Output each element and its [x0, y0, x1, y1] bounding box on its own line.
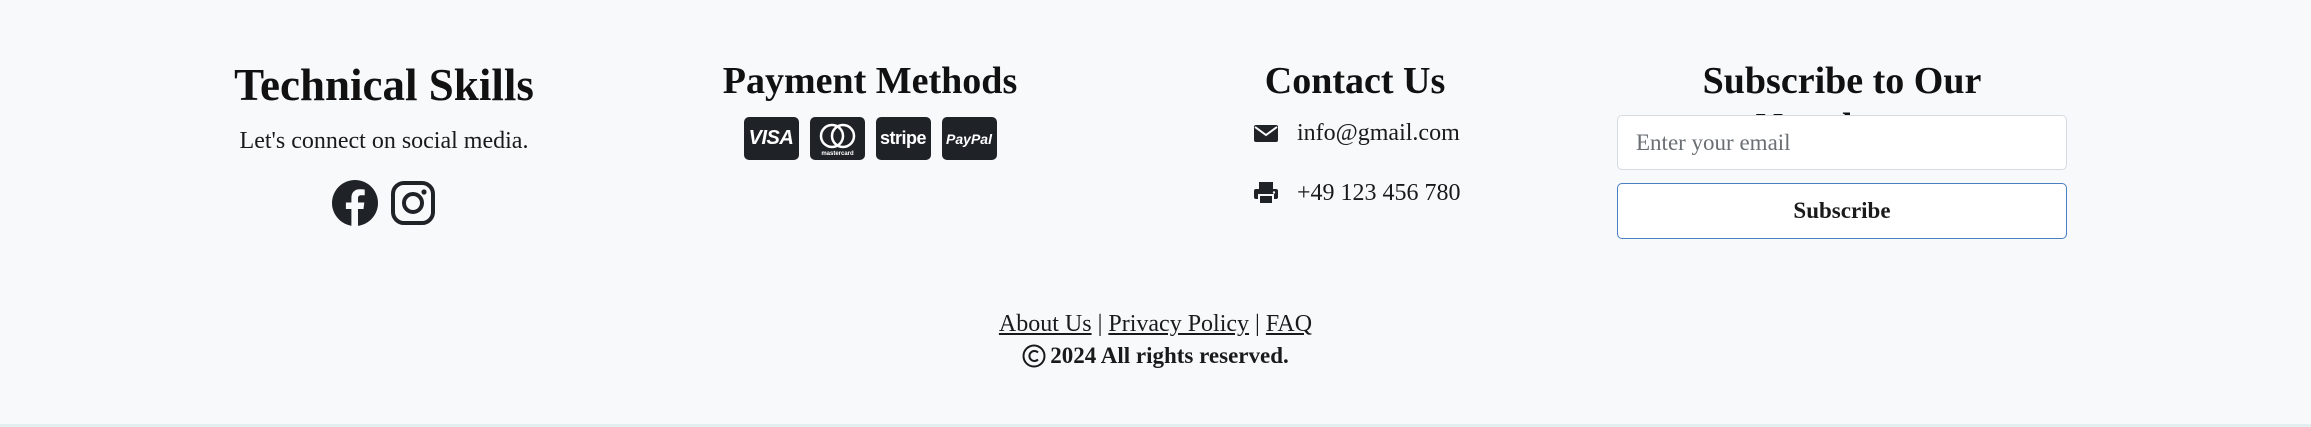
about-us-link[interactable]: About Us	[999, 311, 1092, 337]
link-separator: |	[1255, 311, 1260, 337]
visa-card-label: VISA	[748, 127, 794, 149]
stripe-card-icon: stripe	[875, 117, 931, 160]
footer-links: About Us | Privacy Policy | FAQ	[0, 308, 2311, 340]
envelope-icon	[1253, 120, 1279, 146]
contact-email-row: info@gmail.com	[1253, 118, 1460, 148]
contact-phone[interactable]: +49 123 456 780	[1297, 178, 1461, 208]
copyright-icon	[1022, 344, 1046, 368]
copyright-notice: 2024 All rights reserved.	[0, 341, 2311, 371]
mastercard-label: mastercard	[821, 151, 854, 157]
mastercard-icon: mastercard	[809, 117, 865, 160]
contact-heading: Contact Us	[1264, 60, 1446, 102]
facebook-icon[interactable]	[331, 179, 379, 227]
faq-link[interactable]: FAQ	[1266, 311, 1312, 337]
social-links	[184, 179, 584, 227]
newsletter-email-input[interactable]	[1617, 115, 2067, 170]
payment-cards: VISA mastercard stripe PayPal	[670, 117, 1070, 160]
printer-icon	[1253, 180, 1279, 206]
site-footer: Technical Skills Let's connect on social…	[0, 0, 2311, 427]
paypal-card-label: PayPal	[946, 130, 992, 147]
privacy-policy-link[interactable]: Privacy Policy	[1108, 311, 1249, 337]
contact-email[interactable]: info@gmail.com	[1297, 118, 1460, 148]
social-tagline: Let's connect on social media.	[239, 128, 529, 154]
stripe-card-label: stripe	[879, 128, 927, 148]
payment-methods-heading: Payment Methods	[722, 60, 1018, 102]
subscribe-button[interactable]: Subscribe	[1617, 183, 2067, 239]
link-separator: |	[1097, 311, 1103, 337]
technical-skills-heading: Technical Skills	[234, 60, 534, 110]
instagram-icon[interactable]	[389, 179, 437, 227]
footer-bottom: About Us | Privacy Policy | FAQ 2024 All rig…	[0, 308, 2311, 371]
contact-phone-row: +49 123 456 780	[1253, 178, 1461, 208]
paypal-card-icon: PayPal	[941, 117, 997, 160]
visa-card-icon: VISA	[743, 117, 799, 160]
copyright-text: 2024 All rights reserved.	[1050, 343, 1289, 368]
